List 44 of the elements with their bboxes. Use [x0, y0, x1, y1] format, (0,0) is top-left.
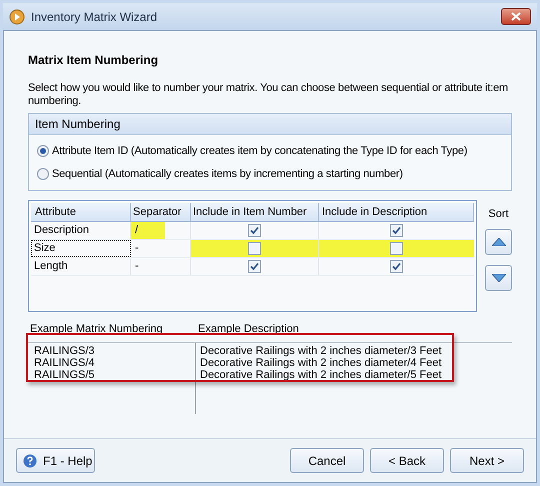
triangle-up-icon: [492, 238, 506, 246]
page-heading: Matrix Item Numbering: [28, 52, 160, 69]
column-header: Example Description: [197, 322, 299, 337]
close-icon: [511, 12, 521, 21]
example-number: RAILINGS/4: [34, 356, 96, 368]
window-title: Inventory Matrix Wizard: [31, 8, 158, 26]
radio-option[interactable]: Sequential (Automatically creates items by incrementing a starting number): [37, 166, 503, 182]
move-down-button[interactable]: [485, 264, 512, 290]
checkbox[interactable]: [248, 224, 261, 237]
help-button[interactable]: F1 - Help: [16, 448, 95, 473]
radio-button[interactable]: [37, 145, 49, 158]
move-up-button[interactable]: [485, 228, 512, 254]
triangle-down-icon: [492, 274, 506, 282]
next-button[interactable]: Next >: [450, 448, 524, 473]
example-description: Decorative Railings with 2 inches diameter/3 Feet: [200, 344, 442, 356]
checkbox[interactable]: [390, 260, 403, 273]
checkbox[interactable]: [248, 242, 261, 255]
example-number: RAILINGS/5: [34, 368, 96, 380]
cancel-button[interactable]: Cancel: [290, 448, 364, 473]
checkbox[interactable]: [248, 260, 261, 273]
column-header[interactable]: Separator: [131, 203, 191, 221]
checkbox[interactable]: [390, 224, 403, 237]
app-icon: [9, 8, 25, 24]
back-button[interactable]: < Back: [370, 448, 444, 473]
column-header[interactable]: Include in Description: [319, 203, 474, 221]
example-description: Decorative Railings with 2 inches diameter/5 Feet: [200, 368, 442, 380]
table-cell-text: -: [134, 241, 139, 256]
example-number: RAILINGS/3: [34, 344, 96, 356]
radio-button[interactable]: [37, 168, 49, 180]
group-title: Item Numbering: [29, 114, 511, 135]
table-cell: Size: [31, 240, 131, 257]
table-cell-text: -: [134, 259, 139, 274]
intro-text: Select how you would like to number your matrix. You can choose between sequential or attribute it:em numbering.: [28, 82, 509, 108]
radio-option[interactable]: Attribute Item ID (Automatically creates item by concatenating the Type ID for each Type): [37, 143, 503, 160]
sort-label: Sort: [488, 207, 509, 222]
column-header: Example Matrix Numbering: [29, 322, 164, 337]
column-header[interactable]: Attribute: [31, 203, 131, 221]
example-description: Decorative Railings with 2 inches diameter/4 Feet: [200, 356, 442, 368]
table-cell: /: [131, 222, 165, 239]
table-cell: Length: [31, 258, 131, 275]
column-header[interactable]: Include in Item Number: [191, 203, 319, 221]
checkbox[interactable]: [390, 242, 403, 255]
close-button[interactable]: [501, 8, 531, 25]
help-icon: [23, 454, 37, 468]
